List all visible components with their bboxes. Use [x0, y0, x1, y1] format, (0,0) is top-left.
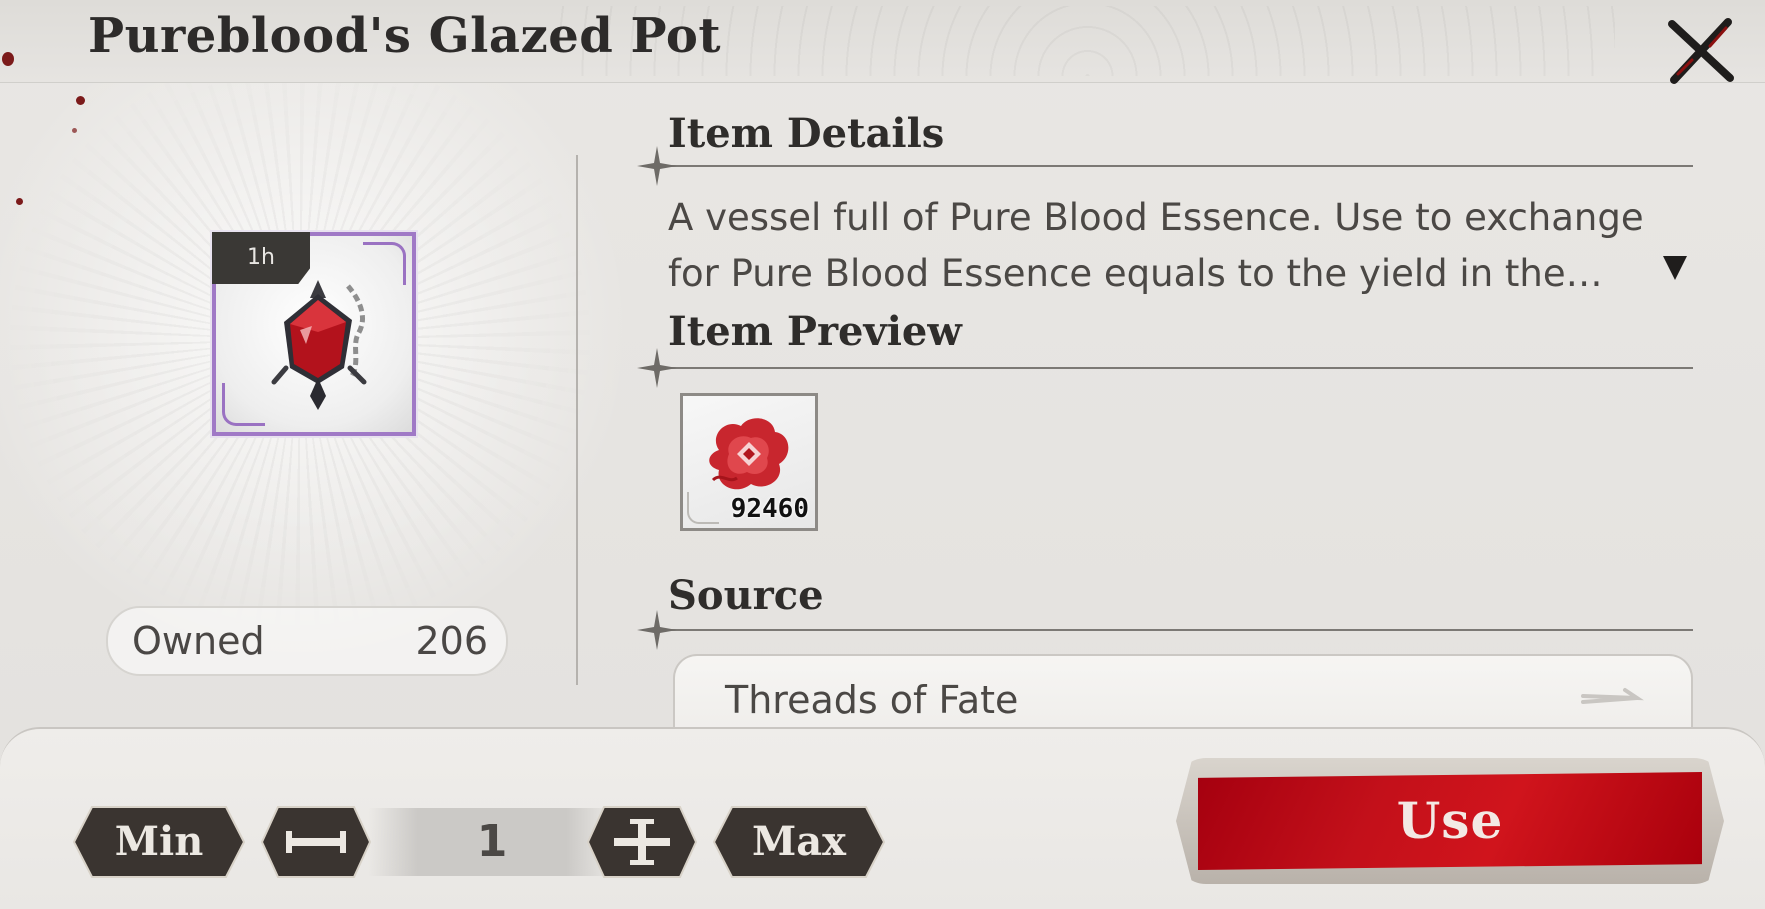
source-entry-label: Threads of Fate	[725, 678, 1019, 722]
item-description: A vessel full of Pure Blood Essence. Use…	[668, 196, 1644, 295]
owned-count-panel: Owned 206	[106, 606, 508, 676]
blood-splatter	[16, 198, 23, 205]
expand-description-button[interactable]	[1661, 252, 1689, 282]
duration-badge: 1h	[212, 232, 310, 284]
section-divider	[637, 146, 1693, 186]
use-button[interactable]: Use	[1176, 758, 1724, 884]
min-button-label: Min	[114, 818, 204, 865]
close-button[interactable]	[1666, 16, 1736, 86]
preview-item-slot[interactable]: 92460	[680, 393, 818, 531]
minus-icon	[260, 806, 372, 878]
sparkle-ornament-icon	[637, 348, 677, 388]
plus-icon	[586, 806, 698, 878]
item-icon-frame: 1h	[212, 232, 416, 436]
close-icon	[1668, 18, 1734, 84]
section-divider	[637, 610, 1693, 650]
owned-label: Owned	[132, 619, 265, 663]
decrement-button[interactable]	[260, 805, 372, 879]
max-button-label: Max	[751, 818, 847, 865]
owned-value: 206	[415, 619, 488, 663]
blood-splatter	[76, 96, 85, 105]
item-preview-heading: Item Preview	[668, 308, 962, 355]
min-button[interactable]: Min	[72, 805, 246, 879]
source-heading: Source	[668, 572, 824, 619]
blood-essence-icon	[709, 418, 789, 490]
caret-down-icon	[1663, 256, 1687, 280]
sparkle-ornament-icon	[637, 610, 677, 650]
dialog-title: Pureblood's Glazed Pot	[88, 8, 722, 64]
panel-divider	[576, 155, 578, 685]
item-details-heading: Item Details	[668, 110, 945, 157]
use-button-label: Use	[1396, 791, 1504, 850]
blood-splatter	[72, 128, 77, 133]
preview-item-quantity: 92460	[730, 494, 809, 524]
glazed-pot-icon	[271, 280, 367, 410]
sparkle-ornament-icon	[637, 146, 677, 186]
section-divider	[637, 348, 1693, 388]
blood-splatter	[2, 52, 14, 66]
increment-button[interactable]	[586, 805, 698, 879]
max-button[interactable]: Max	[712, 805, 886, 879]
quantity-value[interactable]: 1	[368, 808, 616, 876]
arrow-right-icon	[1581, 688, 1644, 704]
